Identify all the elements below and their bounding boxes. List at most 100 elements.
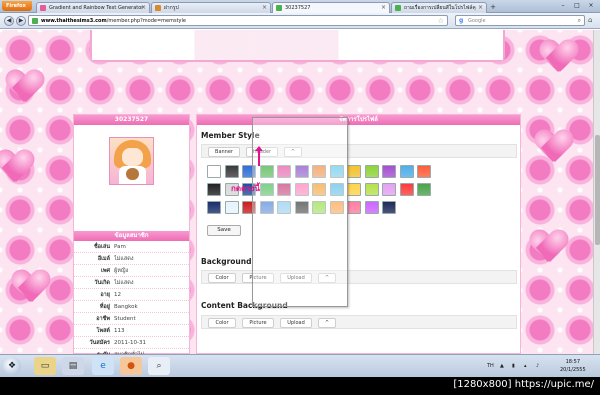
click-here-annotation: กดตรงนี้ bbox=[231, 184, 260, 193]
address-bar[interactable]: www.thaithesims3.com/member.php?mode=mem… bbox=[28, 15, 448, 26]
tab-upload-picture[interactable]: ฝากรูป × bbox=[151, 2, 271, 13]
info-row: ที่อยู่ Bangkok bbox=[74, 301, 189, 313]
heart-decoration bbox=[6, 70, 44, 104]
color-swatch[interactable] bbox=[364, 165, 379, 178]
tab-member-page[interactable]: 30237527 × bbox=[272, 2, 390, 13]
color-swatch[interactable] bbox=[364, 201, 379, 214]
info-key: ที่อยู่ bbox=[99, 304, 110, 310]
ie-icon[interactable]: e bbox=[92, 357, 114, 375]
info-value: ผู้หญิง bbox=[114, 268, 129, 274]
color-swatch[interactable] bbox=[399, 165, 414, 178]
dropdown-overlay bbox=[252, 117, 348, 307]
site-identity-icon bbox=[32, 18, 38, 24]
screen: Firefox Gradient and Rainbow Text Genera… bbox=[0, 0, 600, 377]
tab-profile-question[interactable]: ถามเรื่องการเปลี่ยนสีในโปรไฟล์คุ × bbox=[391, 2, 487, 13]
info-row: วันสมัคร 2011-10-31 bbox=[74, 337, 189, 349]
heart-decoration bbox=[540, 40, 578, 74]
background-title: Background bbox=[201, 257, 252, 266]
color-swatch[interactable] bbox=[364, 183, 379, 196]
info-value: 2011-10-31 bbox=[114, 340, 146, 346]
color-swatch[interactable] bbox=[347, 183, 361, 196]
close-icon[interactable]: × bbox=[141, 3, 146, 13]
content-upload-button[interactable]: Upload bbox=[280, 318, 312, 328]
color-swatch[interactable] bbox=[224, 201, 239, 214]
info-value: Bangkok bbox=[114, 304, 138, 310]
color-swatch[interactable] bbox=[207, 183, 221, 196]
color-swatch[interactable] bbox=[417, 165, 431, 178]
info-value: 113 bbox=[114, 328, 125, 334]
background-color-button[interactable]: Color bbox=[208, 273, 236, 283]
banner-button[interactable]: Banner bbox=[208, 147, 240, 157]
heart-decoration bbox=[12, 270, 50, 304]
vertical-scrollbar[interactable] bbox=[593, 30, 600, 354]
color-swatch[interactable] bbox=[224, 165, 239, 178]
close-icon[interactable]: × bbox=[381, 3, 386, 13]
color-swatch[interactable] bbox=[347, 165, 361, 178]
firefox-icon[interactable]: ● bbox=[120, 357, 142, 375]
explorer-icon[interactable]: ▭ bbox=[34, 357, 56, 375]
volume-icon[interactable]: ♪ bbox=[536, 355, 539, 377]
member-info-list: ชื่อเล่น Pam อีเมล์ ไม่แสดง เพศ ผู้หญิง วันเกิ… bbox=[74, 241, 189, 354]
heart-decoration bbox=[0, 150, 34, 184]
member-info-header: ข้อมูลสมาชิก bbox=[74, 231, 189, 241]
tray-arrow-icon[interactable]: ▲ bbox=[500, 355, 504, 377]
clock-date: 20/1/2555 bbox=[560, 367, 586, 373]
language-indicator[interactable]: TH bbox=[487, 355, 494, 377]
color-swatch[interactable] bbox=[207, 201, 221, 214]
close-window-icon[interactable]: × bbox=[584, 0, 598, 11]
info-row: อาชีพ Student bbox=[74, 313, 189, 325]
page-viewport: 30237527 ข้อมูลสมาชิก ชื่อเล่น Pam อีเมล์ไ… bbox=[0, 30, 593, 354]
close-icon[interactable]: × bbox=[262, 3, 267, 13]
firefox-menu-button[interactable]: Firefox bbox=[2, 1, 32, 11]
info-row: วันเกิด ไม่แสดง bbox=[74, 277, 189, 289]
bookmark-star-icon[interactable]: ☆ bbox=[438, 16, 444, 26]
search-icon[interactable]: ⌕ bbox=[148, 357, 170, 375]
url-host: www.thaithesims3.com bbox=[41, 18, 107, 24]
signal-icon[interactable]: ▴ bbox=[524, 355, 527, 377]
scroll-thumb[interactable] bbox=[595, 135, 600, 245]
info-key: อายุ bbox=[100, 292, 110, 298]
url-path: /member.php?mode=memstyle bbox=[106, 18, 186, 24]
color-swatch[interactable] bbox=[382, 201, 396, 214]
network-icon[interactable]: ▮ bbox=[512, 355, 515, 377]
back-icon[interactable]: ◀ bbox=[4, 16, 14, 26]
heart-decoration bbox=[530, 230, 568, 264]
content-collapse-button[interactable]: ^ bbox=[318, 318, 336, 328]
media-icon[interactable]: ▤ bbox=[62, 357, 84, 375]
info-value: Pam bbox=[114, 244, 126, 250]
favicon-icon bbox=[276, 5, 282, 11]
maximize-icon[interactable]: □ bbox=[570, 0, 584, 11]
favicon-icon bbox=[395, 5, 401, 11]
member-style-toolbar: Banner Header ^ bbox=[201, 144, 517, 158]
color-swatch[interactable] bbox=[417, 183, 431, 196]
tab-label: Gradient and Rainbow Text Generator bbox=[49, 5, 144, 11]
search-icon[interactable]: ⌕ bbox=[578, 16, 581, 26]
info-value: ไม่แสดง bbox=[114, 280, 134, 286]
arrow-annotation-icon bbox=[255, 146, 263, 166]
info-key: โพสต์ bbox=[96, 328, 110, 334]
new-tab-button[interactable]: + bbox=[488, 3, 498, 12]
member-style-title: Member Style bbox=[201, 131, 260, 140]
color-swatch[interactable] bbox=[382, 183, 396, 196]
info-row: อายุ 12 bbox=[74, 289, 189, 301]
tab-label: ฝากรูป bbox=[164, 5, 179, 11]
color-swatch[interactable] bbox=[207, 165, 221, 178]
home-icon[interactable]: ⌂ bbox=[588, 16, 592, 24]
minimize-icon[interactable]: – bbox=[556, 0, 570, 11]
clock-time: 18:57 bbox=[565, 359, 581, 365]
tab-gradient-text[interactable]: Gradient and Rainbow Text Generator × bbox=[36, 2, 150, 13]
save-button[interactable]: Save bbox=[207, 225, 241, 236]
color-swatch[interactable] bbox=[399, 183, 414, 196]
info-key: อาชีพ bbox=[96, 316, 110, 322]
start-button[interactable]: ❖ bbox=[3, 357, 21, 375]
info-key: ชื่อเล่น bbox=[93, 244, 110, 250]
forward-icon[interactable]: ▶ bbox=[16, 16, 26, 26]
color-swatch[interactable] bbox=[382, 165, 396, 178]
content-picture-button[interactable]: Picture bbox=[242, 318, 274, 328]
close-icon[interactable]: × bbox=[478, 3, 483, 13]
search-input[interactable]: g Google ⌕ bbox=[455, 15, 585, 26]
content-color-button[interactable]: Color bbox=[208, 318, 236, 328]
system-clock[interactable]: 18:57 20/1/2555 bbox=[560, 358, 586, 374]
color-swatch[interactable] bbox=[347, 201, 361, 214]
taskbar: ❖ ▭ ▤ e ● ⌕ TH ▲ ▮ ▴ ♪ 18:57 20/1/2555 bbox=[0, 354, 600, 377]
